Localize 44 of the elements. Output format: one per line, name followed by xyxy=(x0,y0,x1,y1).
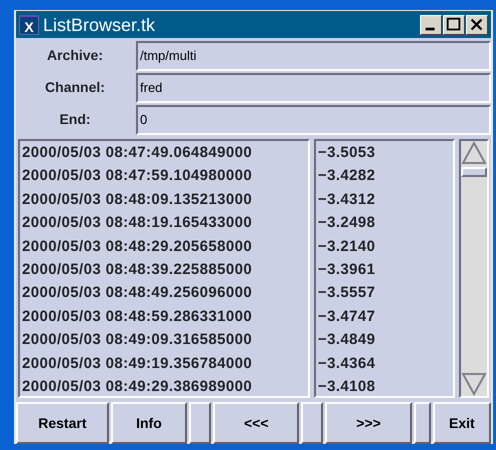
app-icon: X xyxy=(19,14,39,34)
input-field[interactable]: fred xyxy=(136,73,491,103)
time-list[interactable] xyxy=(18,139,310,398)
value-item[interactable]: −3.5053 xyxy=(318,141,451,164)
field-label: Channel: xyxy=(44,78,106,97)
value-list[interactable]: −3.5053 −3.4282 −3.4312 −3.2498 −3.2140 −3.3961 −3.5557 −3.4747 −3.4849 −3.4364 −3.4108 xyxy=(314,139,455,398)
action-button[interactable]: >>> xyxy=(325,402,412,444)
value-item[interactable]: −3.4747 xyxy=(318,304,451,328)
action-button[interactable]: <<< xyxy=(213,402,300,444)
timestamp-item[interactable]: 2000/05/03 08:49:09.316585000 xyxy=(22,328,306,352)
maximize-icon[interactable] xyxy=(443,14,465,34)
timestamp-item[interactable]: 2000/05/03 08:48:59.286331000 xyxy=(22,304,306,328)
scrollbar[interactable] xyxy=(459,139,489,398)
timestamp-item[interactable]: 2000/05/03 08:48:49.256096000 xyxy=(22,281,306,305)
timestamp-item[interactable]: 2000/05/03 08:48:39.225885000 xyxy=(22,258,306,282)
value-item[interactable]: −3.4849 xyxy=(318,328,451,352)
action-button[interactable]: Restart xyxy=(16,402,109,444)
timestamp-item[interactable]: 2000/05/03 08:48:29.205658000 xyxy=(22,234,306,258)
scroll-down-icon[interactable] xyxy=(461,372,487,396)
field-label: End: xyxy=(58,110,92,129)
timestamp-item[interactable]: 2000/05/03 08:49:29.386989000 xyxy=(22,375,306,396)
value-item[interactable]: −3.2498 xyxy=(318,211,451,235)
value-item[interactable]: −3.4364 xyxy=(318,352,451,376)
close-icon[interactable] xyxy=(466,14,488,34)
scroll-up-icon[interactable] xyxy=(461,141,487,165)
timestamp-item[interactable]: 2000/05/03 08:47:49.064849000 xyxy=(22,141,306,164)
value-item[interactable]: −3.5557 xyxy=(318,281,451,305)
timestamp-item[interactable]: 2000/05/03 08:49:19.356784000 xyxy=(22,352,306,376)
minimize-icon[interactable] xyxy=(420,14,442,34)
value-item[interactable]: −3.4108 xyxy=(318,375,451,396)
input-field[interactable]: /tmp/multi xyxy=(136,41,491,71)
field-label: Archive: xyxy=(46,46,104,65)
scroll-thumb[interactable] xyxy=(461,167,487,177)
input-field[interactable]: 0 xyxy=(136,105,491,135)
action-button[interactable]: Exit xyxy=(432,402,492,444)
value-item[interactable]: −3.3961 xyxy=(318,258,451,282)
timestamp-item[interactable]: 2000/05/03 08:48:19.165433000 xyxy=(22,211,306,235)
timestamp-item[interactable]: 2000/05/03 08:47:59.104980000 xyxy=(22,164,306,188)
value-item[interactable]: −3.4312 xyxy=(318,188,451,212)
value-item[interactable]: −3.4282 xyxy=(318,164,451,188)
window-title: ListBrowser.tk xyxy=(43,16,156,34)
action-button[interactable]: Info xyxy=(110,402,188,444)
timestamp-item[interactable]: 2000/05/03 08:48:09.135213000 xyxy=(22,188,306,212)
value-item[interactable]: −3.2140 xyxy=(318,234,451,258)
